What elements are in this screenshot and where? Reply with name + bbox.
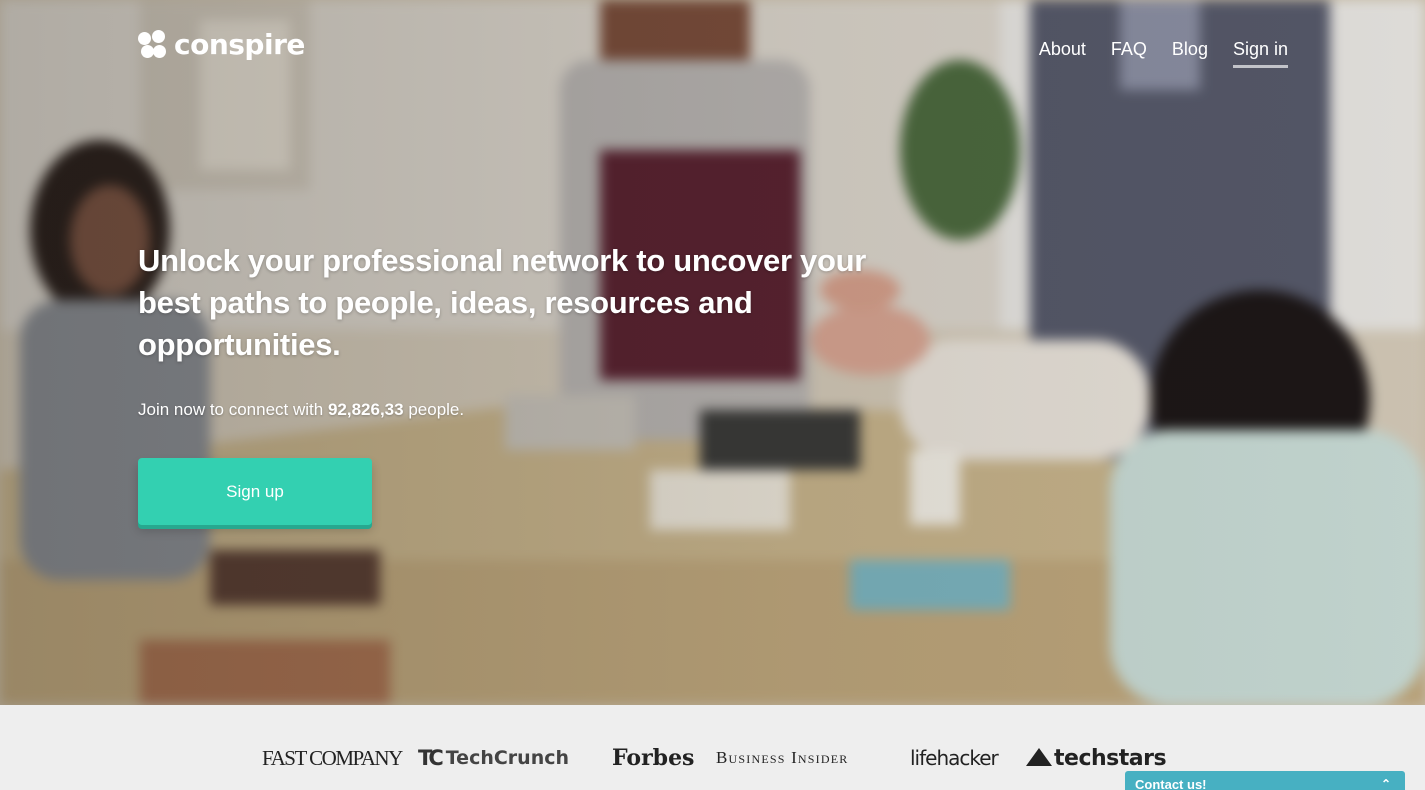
hero-subline: Join now to connect with 92,826,33 peopl… — [138, 398, 464, 422]
sign-up-button[interactable]: Sign up — [138, 458, 372, 525]
nav-blog-link[interactable]: Blog — [1172, 36, 1208, 68]
brand-logo[interactable]: conspire — [138, 30, 305, 60]
join-suffix: people. — [408, 400, 465, 419]
business-insider-logo: Business Insider — [716, 748, 849, 767]
contact-us-label: Contact us! — [1135, 777, 1207, 790]
hero-section: conspire About FAQ Blog Sign in Unlock y… — [0, 0, 1425, 705]
top-nav: About FAQ Blog Sign in — [1039, 36, 1288, 68]
forbes-logo: Forbes — [612, 745, 695, 771]
techcrunch-mark-icon: TC — [418, 746, 444, 770]
conspire-logo-icon — [138, 30, 168, 60]
nav-sign-in-link[interactable]: Sign in — [1232, 36, 1288, 68]
techstars-mark-icon — [1026, 748, 1052, 766]
brand-name: conspire — [174, 28, 305, 61]
nav-about-link[interactable]: About — [1039, 36, 1086, 68]
contact-us-widget[interactable]: Contact us! ⌃ — [1125, 771, 1405, 790]
people-count: 92,826,33 — [327, 400, 404, 419]
chevron-up-icon[interactable]: ⌃ — [1381, 777, 1391, 790]
press-logos: FAST COMPANY TC TechCrunch Forbes Busine… — [262, 745, 1167, 771]
join-prefix: Join now to connect with — [138, 400, 324, 419]
nav-faq-link[interactable]: FAQ — [1111, 36, 1147, 68]
fast-company-logo: FAST COMPANY — [262, 745, 403, 770]
techcrunch-logo: TC TechCrunch — [418, 746, 570, 770]
techstars-logo: techstars — [1026, 746, 1167, 771]
hero-headline: Unlock your professional network to unco… — [138, 243, 867, 362]
lifehacker-logo: lifehacker — [910, 746, 999, 770]
